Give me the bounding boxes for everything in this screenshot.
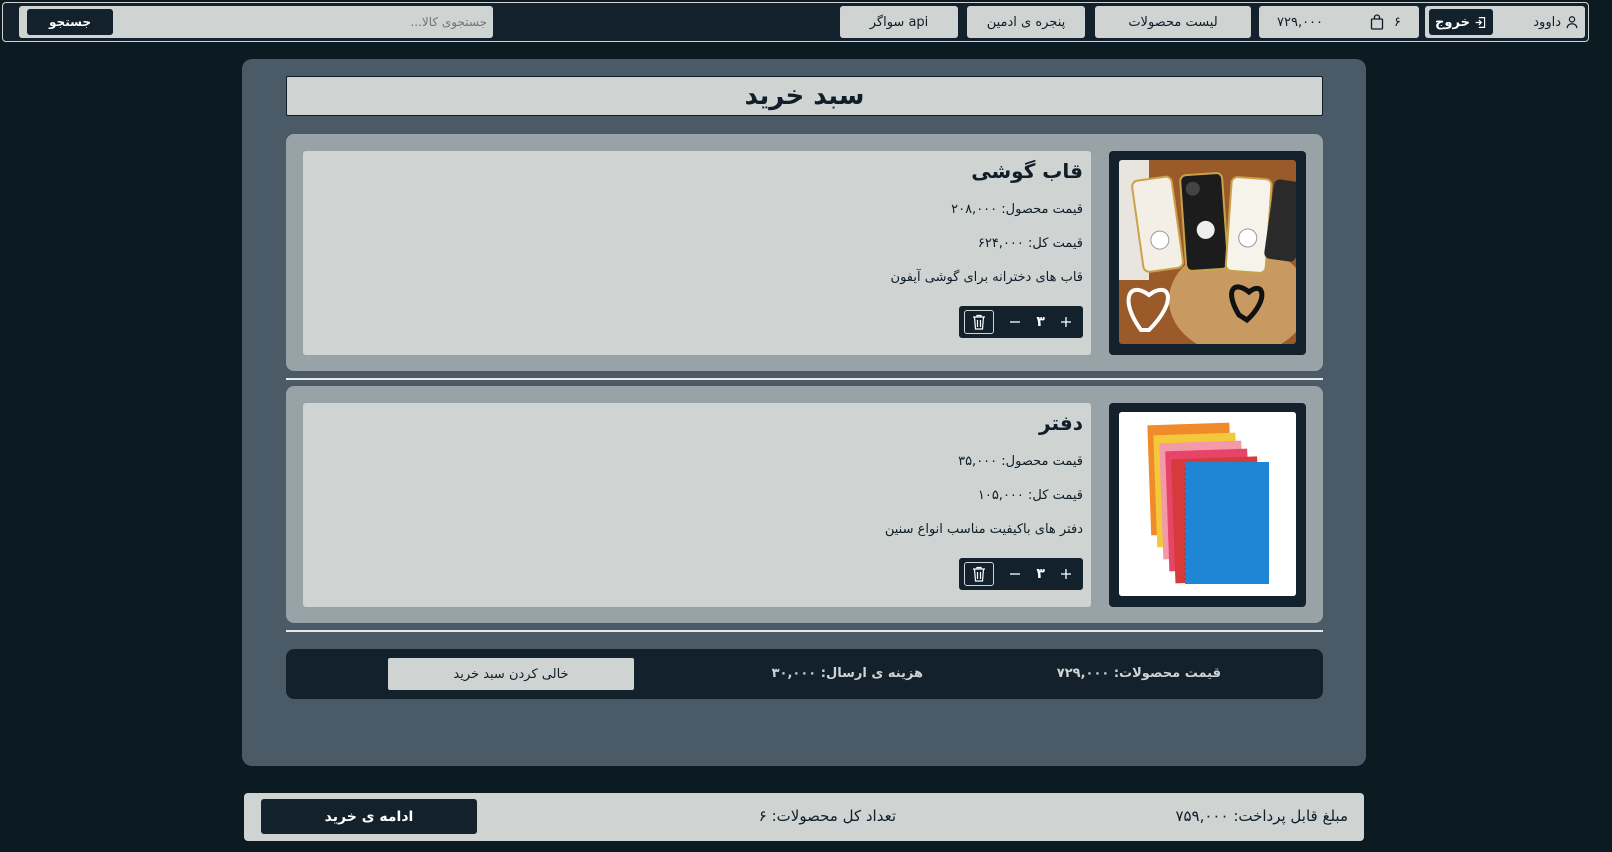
- logout-label: خروج: [1435, 14, 1470, 30]
- product-name: قاب گوشی: [971, 159, 1083, 183]
- product-name: دفتر: [1039, 411, 1083, 435]
- delete-item-button[interactable]: [963, 562, 994, 586]
- logout-button[interactable]: خروج: [1429, 9, 1493, 35]
- cart-count-group: ۶: [1370, 14, 1401, 30]
- decrease-quantity-button[interactable]: [1003, 562, 1027, 586]
- cart-panel: سبد خرید قاب گوشی قیمت محصول: ۲۰۸,۰۰۰ قی…: [242, 59, 1366, 766]
- decrease-quantity-button[interactable]: [1003, 310, 1027, 334]
- search-bar: جستجو: [19, 6, 493, 38]
- nav-swagger-api[interactable]: سواگر api: [840, 6, 958, 38]
- products-price: قیمت محصولات: ۷۲۹,۰۰۰: [1056, 666, 1221, 681]
- product-price: قیمت محصول: ۳۵,۰۰۰: [958, 454, 1083, 469]
- cart-item: دفتر قیمت محصول: ۳۵,۰۰۰ قیمت کل: ۱۰۵,۰۰۰…: [286, 386, 1323, 623]
- user-icon: [1566, 16, 1578, 29]
- clear-cart-button[interactable]: خالی کردن سبد خرید: [388, 658, 634, 690]
- product-image-phone-cases[interactable]: [1119, 160, 1296, 344]
- navbar: داوود خروج ۶ ۷۲۹,۰۰۰ لیست محصولات پنجره …: [2, 2, 1589, 42]
- product-image-frame: [1109, 151, 1306, 355]
- quantity-stepper: ۳: [959, 306, 1083, 338]
- divider: [286, 378, 1323, 380]
- user-name-group[interactable]: داوود: [1533, 15, 1579, 30]
- user-name: داوود: [1533, 14, 1561, 30]
- cart-indicator[interactable]: ۶ ۷۲۹,۰۰۰: [1259, 6, 1419, 38]
- trash-icon: [972, 314, 985, 330]
- delete-item-button[interactable]: [963, 310, 994, 334]
- quantity-stepper: ۳: [959, 558, 1083, 590]
- minus-icon: [1010, 321, 1021, 323]
- quantity-value: ۳: [1036, 566, 1045, 582]
- product-total: قیمت کل: ۶۲۴,۰۰۰: [977, 236, 1083, 251]
- continue-checkout-button[interactable]: ادامه ی خرید: [261, 799, 477, 834]
- product-total: قیمت کل: ۱۰۵,۰۰۰: [977, 488, 1083, 503]
- cart-total: ۷۲۹,۰۰۰: [1277, 14, 1324, 30]
- page-title: سبد خرید: [286, 76, 1323, 116]
- search-button[interactable]: جستجو: [27, 9, 113, 35]
- cart-count: ۶: [1394, 14, 1401, 30]
- quantity-value: ۳: [1036, 314, 1045, 330]
- cart-summary: قیمت محصولات: ۷۲۹,۰۰۰ هزینه ی ارسال: ۳۰,…: [286, 649, 1323, 699]
- product-info: دفتر قیمت محصول: ۳۵,۰۰۰ قیمت کل: ۱۰۵,۰۰۰…: [303, 403, 1091, 607]
- product-price: قیمت محصول: ۲۰۸,۰۰۰: [951, 202, 1083, 217]
- divider: [286, 630, 1323, 632]
- product-image-notebooks[interactable]: [1119, 412, 1296, 596]
- trash-icon: [972, 566, 985, 582]
- nav-admin-panel[interactable]: پنجره ی ادمین: [967, 6, 1085, 38]
- logout-icon: [1475, 16, 1486, 28]
- search-input[interactable]: [127, 9, 487, 35]
- nav-products-list[interactable]: لیست محصولات: [1095, 6, 1251, 38]
- shipping-cost: هزینه ی ارسال: ۳۰,۰۰۰: [771, 666, 923, 681]
- product-description: قاب های دخترانه برای گوشی آیفون: [890, 270, 1083, 285]
- product-info: قاب گوشی قیمت محصول: ۲۰۸,۰۰۰ قیمت کل: ۶۲…: [303, 151, 1091, 355]
- plus-icon: [1061, 569, 1072, 579]
- increase-quantity-button[interactable]: [1054, 310, 1078, 334]
- total-items-count: تعداد کل محصولات: ۶: [758, 807, 896, 825]
- user-menu: داوود خروج: [1425, 6, 1585, 38]
- minus-icon: [1010, 573, 1021, 575]
- plus-icon: [1061, 317, 1072, 327]
- product-image-frame: [1109, 403, 1306, 607]
- increase-quantity-button[interactable]: [1054, 562, 1078, 586]
- product-description: دفتر های باکیفیت مناسب انواع سنین: [884, 522, 1083, 537]
- payable-amount: مبلغ قابل پرداخت: ۷۵۹,۰۰۰: [1175, 807, 1348, 825]
- cart-item: قاب گوشی قیمت محصول: ۲۰۸,۰۰۰ قیمت کل: ۶۲…: [286, 134, 1323, 371]
- shopping-bag-icon: [1370, 14, 1384, 30]
- checkout-bar: مبلغ قابل پرداخت: ۷۵۹,۰۰۰ تعداد کل محصول…: [244, 793, 1364, 841]
